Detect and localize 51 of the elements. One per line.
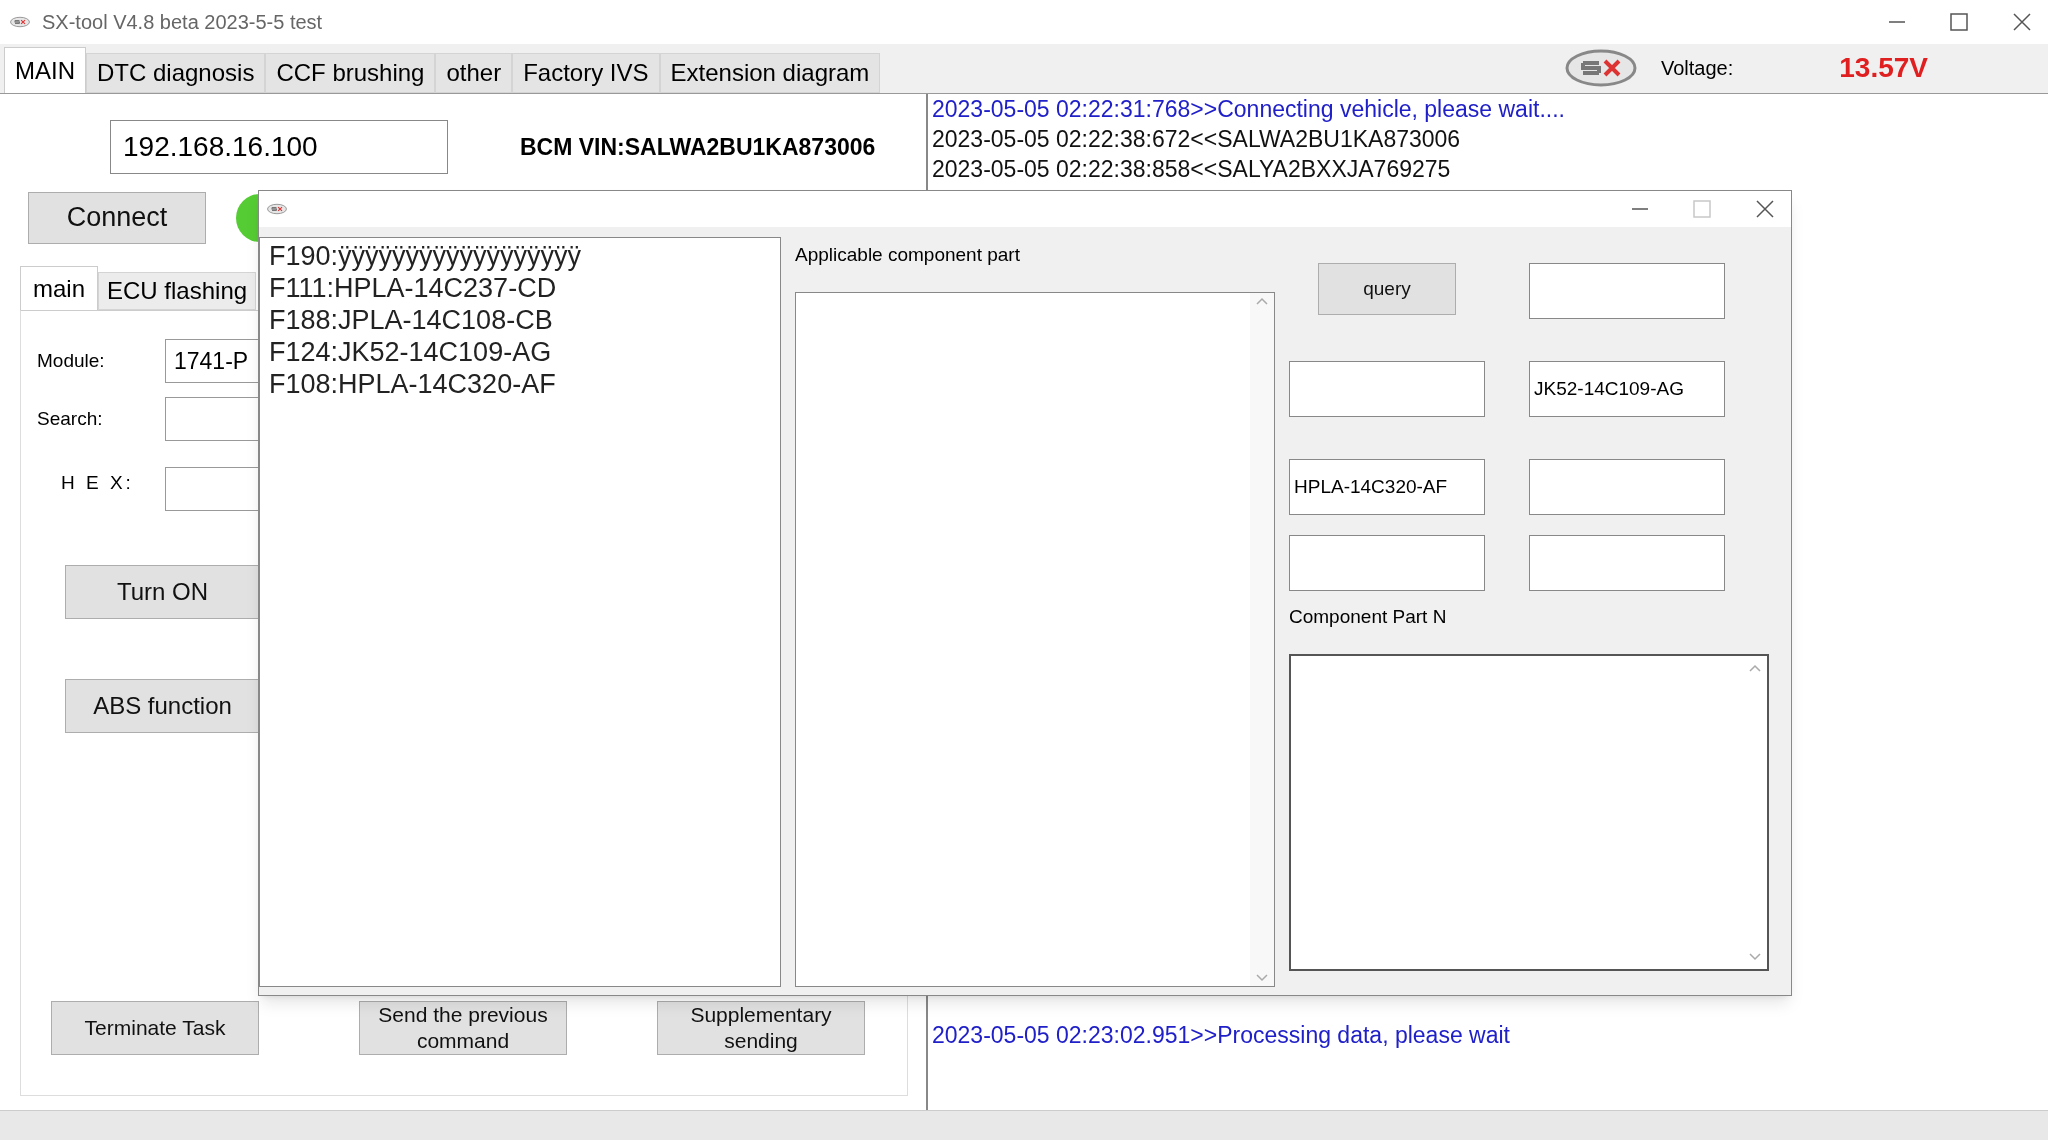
input-field[interactable] [1529, 459, 1725, 515]
log-line: 2023-05-05 02:22:38:672<<SALWA2BU1KA873006 [932, 125, 1462, 154]
log-line: 2023-05-05 02:23:02.951>>Processing data, please wait [932, 1021, 1511, 1050]
section-label: Applicable component part [795, 243, 1021, 267]
input-field[interactable] [1289, 361, 1485, 417]
list-item[interactable]: F111:HPLA-14C237-CD [269, 272, 780, 304]
vin-text: BCM VIN:SALWA2BU1KA873006 [520, 132, 876, 162]
command-button[interactable]: Supplementary sending [657, 1001, 865, 1055]
action-button[interactable]: Turn ON [65, 565, 259, 619]
voltage-value: 13.57V [1839, 51, 1928, 85]
tab[interactable]: MAIN [4, 47, 86, 93]
did-list[interactable]: F190:ÿÿÿÿÿÿÿÿÿÿÿÿÿÿÿÿÿÿ F111:HPLA-14C237-CD F188:JPLA-14C108-CB F124:JK52-14C109-AG F108:HPLA-14C320-AF [259, 237, 781, 987]
tab[interactable]: CCF brushing [265, 53, 436, 93]
log-line: 2023-05-05 02:22:31:768>>Connecting vehicle, please wait.... [932, 95, 1566, 124]
tab[interactable]: Extension diagram [659, 53, 881, 93]
field-label: H E X: [60, 470, 135, 495]
input-field[interactable]: HPLA-14C320-AF [1289, 459, 1485, 515]
input-field[interactable]: JK52-14C109-AG [1529, 361, 1725, 417]
tab[interactable]: other [435, 53, 513, 93]
list-item[interactable]: F188:JPLA-14C108-CB [269, 304, 780, 336]
close-icon[interactable] [1755, 199, 1775, 219]
field-label: Search: [36, 406, 104, 431]
section-label: Component Part N [1289, 605, 1448, 629]
tab[interactable]: ECU flashing [98, 272, 257, 310]
part-number-box[interactable] [1289, 653, 1769, 971]
voltage-label: Voltage: [1660, 56, 1734, 81]
window-title: SX-tool V4.8 beta 2023-5-5 test [42, 10, 323, 35]
input-field[interactable] [1529, 535, 1725, 591]
query-button[interactable]: query [1318, 263, 1456, 315]
status-indicator-icon [236, 194, 260, 242]
scrollbar[interactable] [1250, 292, 1274, 986]
list-item[interactable]: F108:HPLA-14C320-AF [269, 368, 780, 400]
tab[interactable]: main [20, 266, 99, 310]
maximize-icon[interactable] [1950, 13, 1968, 31]
field-label: Module: [36, 348, 106, 373]
input-field[interactable] [1529, 263, 1725, 319]
tab[interactable]: DTC diagnosis [86, 53, 266, 93]
logo-icon [10, 16, 30, 28]
ip-field[interactable]: 192.168.16.100 [110, 120, 448, 174]
logo-icon [267, 203, 287, 215]
command-button[interactable]: Terminate Task [51, 1001, 259, 1055]
command-button[interactable]: Send the previous command [359, 1001, 567, 1055]
connect-button[interactable]: Connect [28, 192, 206, 244]
log-line: 2023-05-05 02:22:38:858<<SALYA2BXXJA769275 [932, 155, 1452, 184]
input-field[interactable] [1289, 535, 1485, 591]
tab[interactable]: Factory IVS [512, 53, 660, 93]
logo-icon [1564, 49, 1637, 87]
list-item[interactable]: F190:ÿÿÿÿÿÿÿÿÿÿÿÿÿÿÿÿÿÿ [269, 240, 780, 272]
close-icon[interactable] [2012, 12, 2032, 32]
list-item[interactable]: F124:JK52-14C109-AG [269, 336, 780, 368]
action-button[interactable]: ABS function [65, 679, 259, 733]
